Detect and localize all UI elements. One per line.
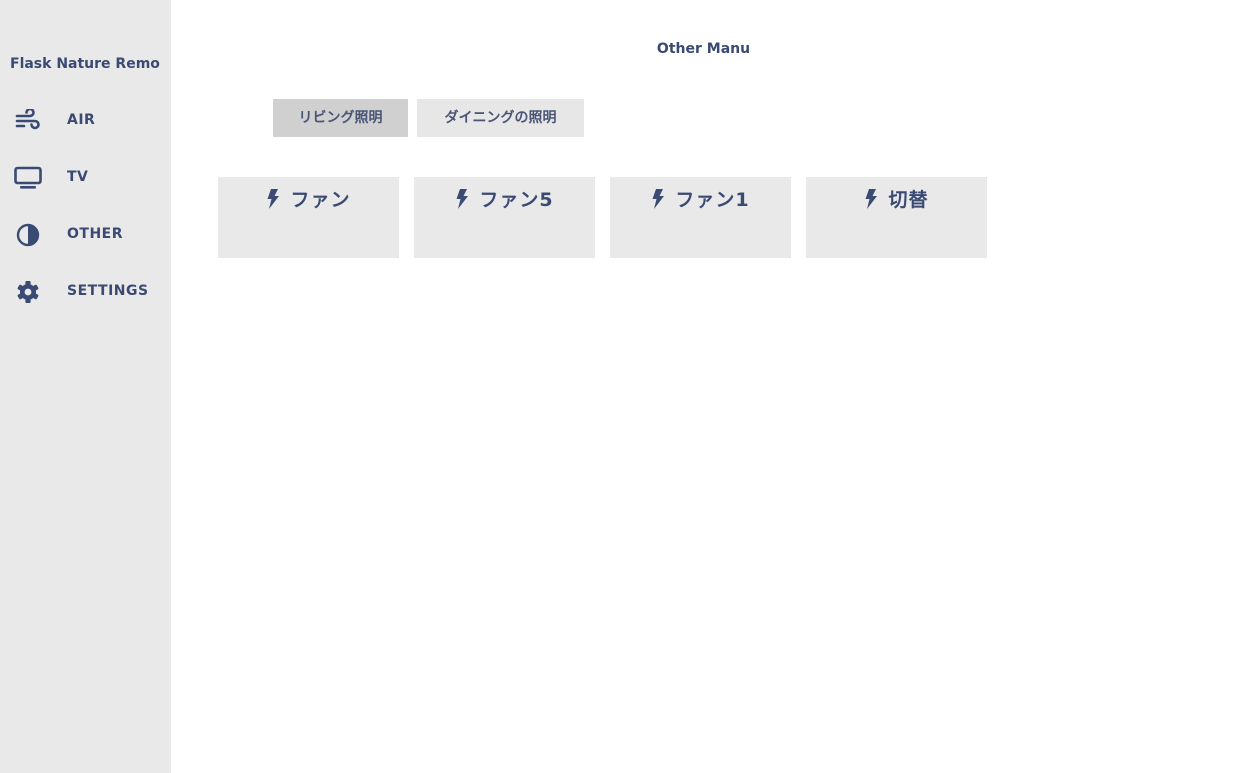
button-label: ファン1 [675,189,750,211]
lightning-icon [455,188,469,209]
sidebar-item-label: AIR [67,112,96,128]
lightning-icon [864,188,878,209]
sidebar-item-label: TV [67,169,89,185]
fan1-button[interactable]: ファン1 [610,177,791,258]
sidebar-item-other[interactable]: OTHER [0,215,171,255]
button-label: 切替 [888,189,929,211]
wind-icon [14,109,42,133]
gear-icon [14,280,42,304]
switch-button[interactable]: 切替 [806,177,987,258]
main-content: Other Manu リビング照明 ダイニングの照明 ファン ファン5 ファン1 [171,0,1236,773]
monitor-icon [14,166,42,190]
sidebar-item-settings[interactable]: SETTINGS [0,272,171,312]
fan5-button[interactable]: ファン5 [414,177,595,258]
lightning-icon [651,188,665,209]
contrast-icon [14,223,42,247]
app-root: Flask Nature Remo AIR TV OTHER SETTINGS … [0,0,1236,773]
tab-living-light[interactable]: リビング照明 [273,99,408,137]
brand-title: Flask Nature Remo [10,56,160,72]
button-label: ファン5 [479,189,554,211]
sidebar-item-label: OTHER [67,226,124,242]
sidebar: Flask Nature Remo AIR TV OTHER SETTINGS [0,0,171,773]
sidebar-item-air[interactable]: AIR [0,101,171,141]
sidebar-item-label: SETTINGS [67,283,149,299]
lightning-icon [266,188,280,209]
sidebar-item-tv[interactable]: TV [0,158,171,198]
button-label: ファン [290,189,351,211]
page-title: Other Manu [656,41,751,57]
fan-button[interactable]: ファン [218,177,399,258]
tab-dining-light[interactable]: ダイニングの照明 [417,99,584,137]
